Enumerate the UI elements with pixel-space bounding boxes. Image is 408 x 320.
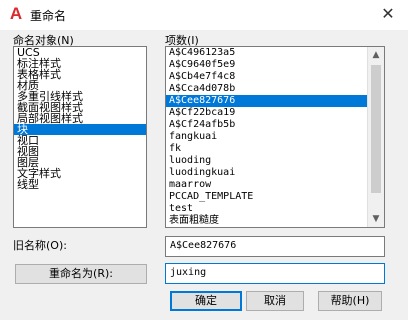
- old-name-label: 旧名称(O):: [13, 239, 67, 252]
- list-item[interactable]: luoding: [166, 155, 367, 167]
- window-title: 重命名: [30, 9, 67, 23]
- list-item[interactable]: maarrow: [166, 179, 367, 191]
- list-item[interactable]: A$C9640f5e9: [166, 59, 367, 71]
- cancel-button[interactable]: 取消: [246, 291, 304, 311]
- list-item[interactable]: fk: [166, 143, 367, 155]
- ok-button[interactable]: 确定: [170, 291, 242, 311]
- list-item[interactable]: A$Cf24afb5b: [166, 119, 367, 131]
- items-scrollbar[interactable]: ▲ ▼: [367, 47, 384, 227]
- items-list[interactable]: A$C496123a5 A$C9640f5e9 A$Cb4e7f4c8 A$Cca4d…: [165, 46, 385, 228]
- list-item[interactable]: PCCAD_TEMPLATE: [166, 191, 367, 203]
- old-name-field: A$Cee827676: [165, 236, 385, 257]
- list-item[interactable]: A$Cee827676: [166, 95, 367, 107]
- list-item[interactable]: A$Cb4e7f4c8: [166, 71, 367, 83]
- list-item[interactable]: A$Cf22bca19: [166, 107, 367, 119]
- list-item[interactable]: luodingkuai: [166, 167, 367, 179]
- rename-to-button[interactable]: 重命名为(R):: [15, 264, 147, 284]
- list-item[interactable]: A$Cca4d078b: [166, 83, 367, 95]
- named-objects-list[interactable]: UCS 标注样式 表格样式 材质 多重引线样式 截面视图样式 局部视图样式块视口 视图 图层 文字…: [13, 46, 147, 228]
- list-item[interactable]: 局部视图样式: [14, 113, 146, 124]
- help-button[interactable]: 帮助(H): [318, 291, 382, 311]
- list-item[interactable]: 表面粗糙度: [166, 215, 367, 227]
- autocad-logo-icon: A: [9, 4, 23, 23]
- list-item[interactable]: 线型: [14, 179, 146, 190]
- scroll-thumb[interactable]: [371, 65, 381, 193]
- list-item[interactable]: A$C496123a5: [166, 47, 367, 59]
- close-icon[interactable]: ✕: [380, 6, 396, 22]
- title-bar: A 重命名 ✕: [0, 0, 408, 30]
- new-name-input[interactable]: juxing: [165, 263, 385, 284]
- list-item[interactable]: fangkuai: [166, 131, 367, 143]
- scroll-down-icon[interactable]: ▼: [368, 211, 384, 227]
- list-item[interactable]: test: [166, 203, 367, 215]
- scroll-up-icon[interactable]: ▲: [368, 47, 384, 63]
